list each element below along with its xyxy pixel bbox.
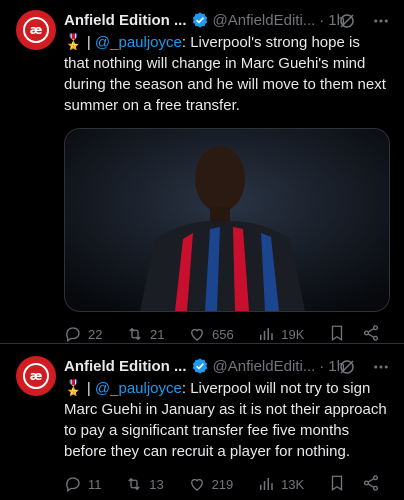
- views-button[interactable]: 13K: [257, 475, 304, 493]
- mention-link[interactable]: @_pauljoyce: [95, 380, 182, 397]
- share-icon: [363, 324, 379, 341]
- reply-button[interactable]: 11: [64, 475, 102, 493]
- separator-dot: ·: [319, 357, 325, 375]
- views-icon: [260, 478, 273, 490]
- more-icon[interactable]: [372, 12, 390, 35]
- views-icon: [260, 328, 274, 340]
- like-button[interactable]: 219: [188, 475, 234, 493]
- share-icon: [363, 474, 379, 491]
- bookmark-button[interactable]: [328, 474, 346, 495]
- tweet[interactable]: æ Anfield Edition ... @AnfieldEditi... ·…: [0, 343, 404, 500]
- grok-icon[interactable]: [338, 358, 356, 381]
- bookmark-icon: [331, 325, 343, 341]
- like-button[interactable]: 656: [188, 325, 234, 343]
- like-icon: [191, 328, 203, 341]
- views-button[interactable]: 19K: [257, 325, 304, 343]
- bookmark-button[interactable]: [328, 324, 346, 345]
- retweet-icon: [128, 477, 141, 491]
- reply-icon: [66, 477, 80, 493]
- tweet-text: 🎖️ | @_pauljoyce: Liverpool will not try…: [64, 378, 388, 462]
- anfield-edition-logo: æ: [23, 17, 49, 43]
- retweet-button[interactable]: 21: [126, 325, 164, 343]
- medal-emoji: 🎖️: [64, 380, 83, 397]
- display-name[interactable]: Anfield Edition ...: [64, 358, 187, 375]
- share-button[interactable]: [362, 324, 380, 345]
- views-count: 19K: [281, 326, 305, 342]
- display-name[interactable]: Anfield Edition ...: [64, 12, 187, 29]
- reply-count: 22: [88, 326, 103, 342]
- mention-link[interactable]: @_pauljoyce: [95, 34, 182, 51]
- action-bar: 11 13 219 13K: [64, 474, 388, 494]
- tweet-text: 🎖️ | @_pauljoyce: Liverpool's strong hop…: [64, 32, 388, 116]
- avatar[interactable]: æ: [16, 10, 56, 50]
- handle[interactable]: @AnfieldEditi...: [213, 358, 316, 375]
- retweet-count: 21: [150, 326, 165, 342]
- retweet-count: 13: [149, 476, 164, 492]
- views-count: 13K: [281, 476, 305, 492]
- grok-icon[interactable]: [338, 12, 356, 35]
- handle[interactable]: @AnfieldEditi...: [213, 12, 316, 29]
- retweet-icon: [129, 327, 141, 341]
- separator: |: [82, 34, 95, 51]
- verified-badge-icon: [191, 11, 209, 29]
- player-photo: [65, 129, 389, 311]
- like-icon: [190, 478, 203, 491]
- reply-button[interactable]: 22: [64, 325, 102, 343]
- retweet-button[interactable]: 13: [125, 475, 164, 493]
- like-count: 219: [211, 476, 234, 492]
- avatar[interactable]: æ: [16, 356, 56, 396]
- separator-dot: ·: [319, 11, 325, 29]
- anfield-edition-logo: æ: [23, 363, 49, 389]
- separator: |: [82, 380, 95, 397]
- tweet-photo[interactable]: [64, 128, 390, 312]
- medal-emoji: 🎖️: [64, 34, 83, 51]
- tweet[interactable]: æ Anfield Edition ... @AnfieldEditi... ·…: [0, 0, 404, 343]
- verified-badge-icon: [191, 357, 209, 375]
- share-button[interactable]: [362, 474, 380, 495]
- action-bar: 22 21 656 19K: [64, 324, 388, 344]
- reply-icon: [66, 327, 80, 343]
- bookmark-icon: [331, 475, 343, 491]
- reply-count: 11: [88, 476, 102, 492]
- more-icon[interactable]: [372, 358, 390, 381]
- like-count: 656: [212, 326, 234, 342]
